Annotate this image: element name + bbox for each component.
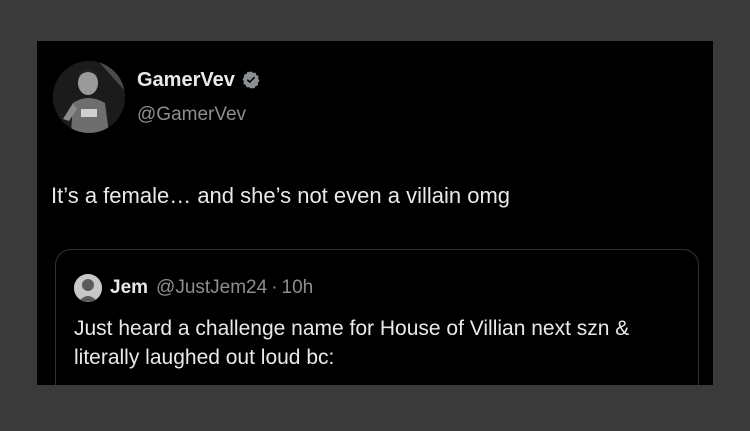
quoted-author-avatar[interactable] bbox=[74, 274, 102, 302]
quoted-tweet[interactable]: Jem @JustJem24 · 10h Just heard a challe… bbox=[55, 249, 699, 385]
meta-separator: · bbox=[271, 277, 278, 298]
quoted-author-handle[interactable]: @JustJem24 bbox=[156, 276, 267, 300]
quoted-author-display-name[interactable]: Jem bbox=[110, 276, 148, 300]
author-avatar[interactable] bbox=[53, 61, 125, 133]
profile-photo-icon bbox=[53, 61, 125, 133]
quoted-tweet-timestamp[interactable]: 10h bbox=[282, 276, 314, 300]
tweet-card[interactable]: GamerVev @GamerVev It’s a female… and sh… bbox=[37, 41, 713, 385]
screenshot-frame: GamerVev @GamerVev It’s a female… and sh… bbox=[0, 0, 750, 431]
quoted-tweet-header: Jem @JustJem24 · 10h bbox=[74, 274, 313, 302]
tweet-text: It’s a female… and she’s not even a vill… bbox=[51, 183, 511, 208]
quoted-tweet-text: Just heard a challenge name for House of… bbox=[74, 317, 630, 369]
profile-photo-icon bbox=[74, 274, 102, 302]
verified-badge-icon bbox=[241, 70, 261, 90]
author-display-name[interactable]: GamerVev bbox=[137, 67, 235, 93]
author-name-row[interactable]: GamerVev bbox=[137, 67, 261, 93]
author-handle[interactable]: @GamerVev bbox=[137, 103, 246, 127]
